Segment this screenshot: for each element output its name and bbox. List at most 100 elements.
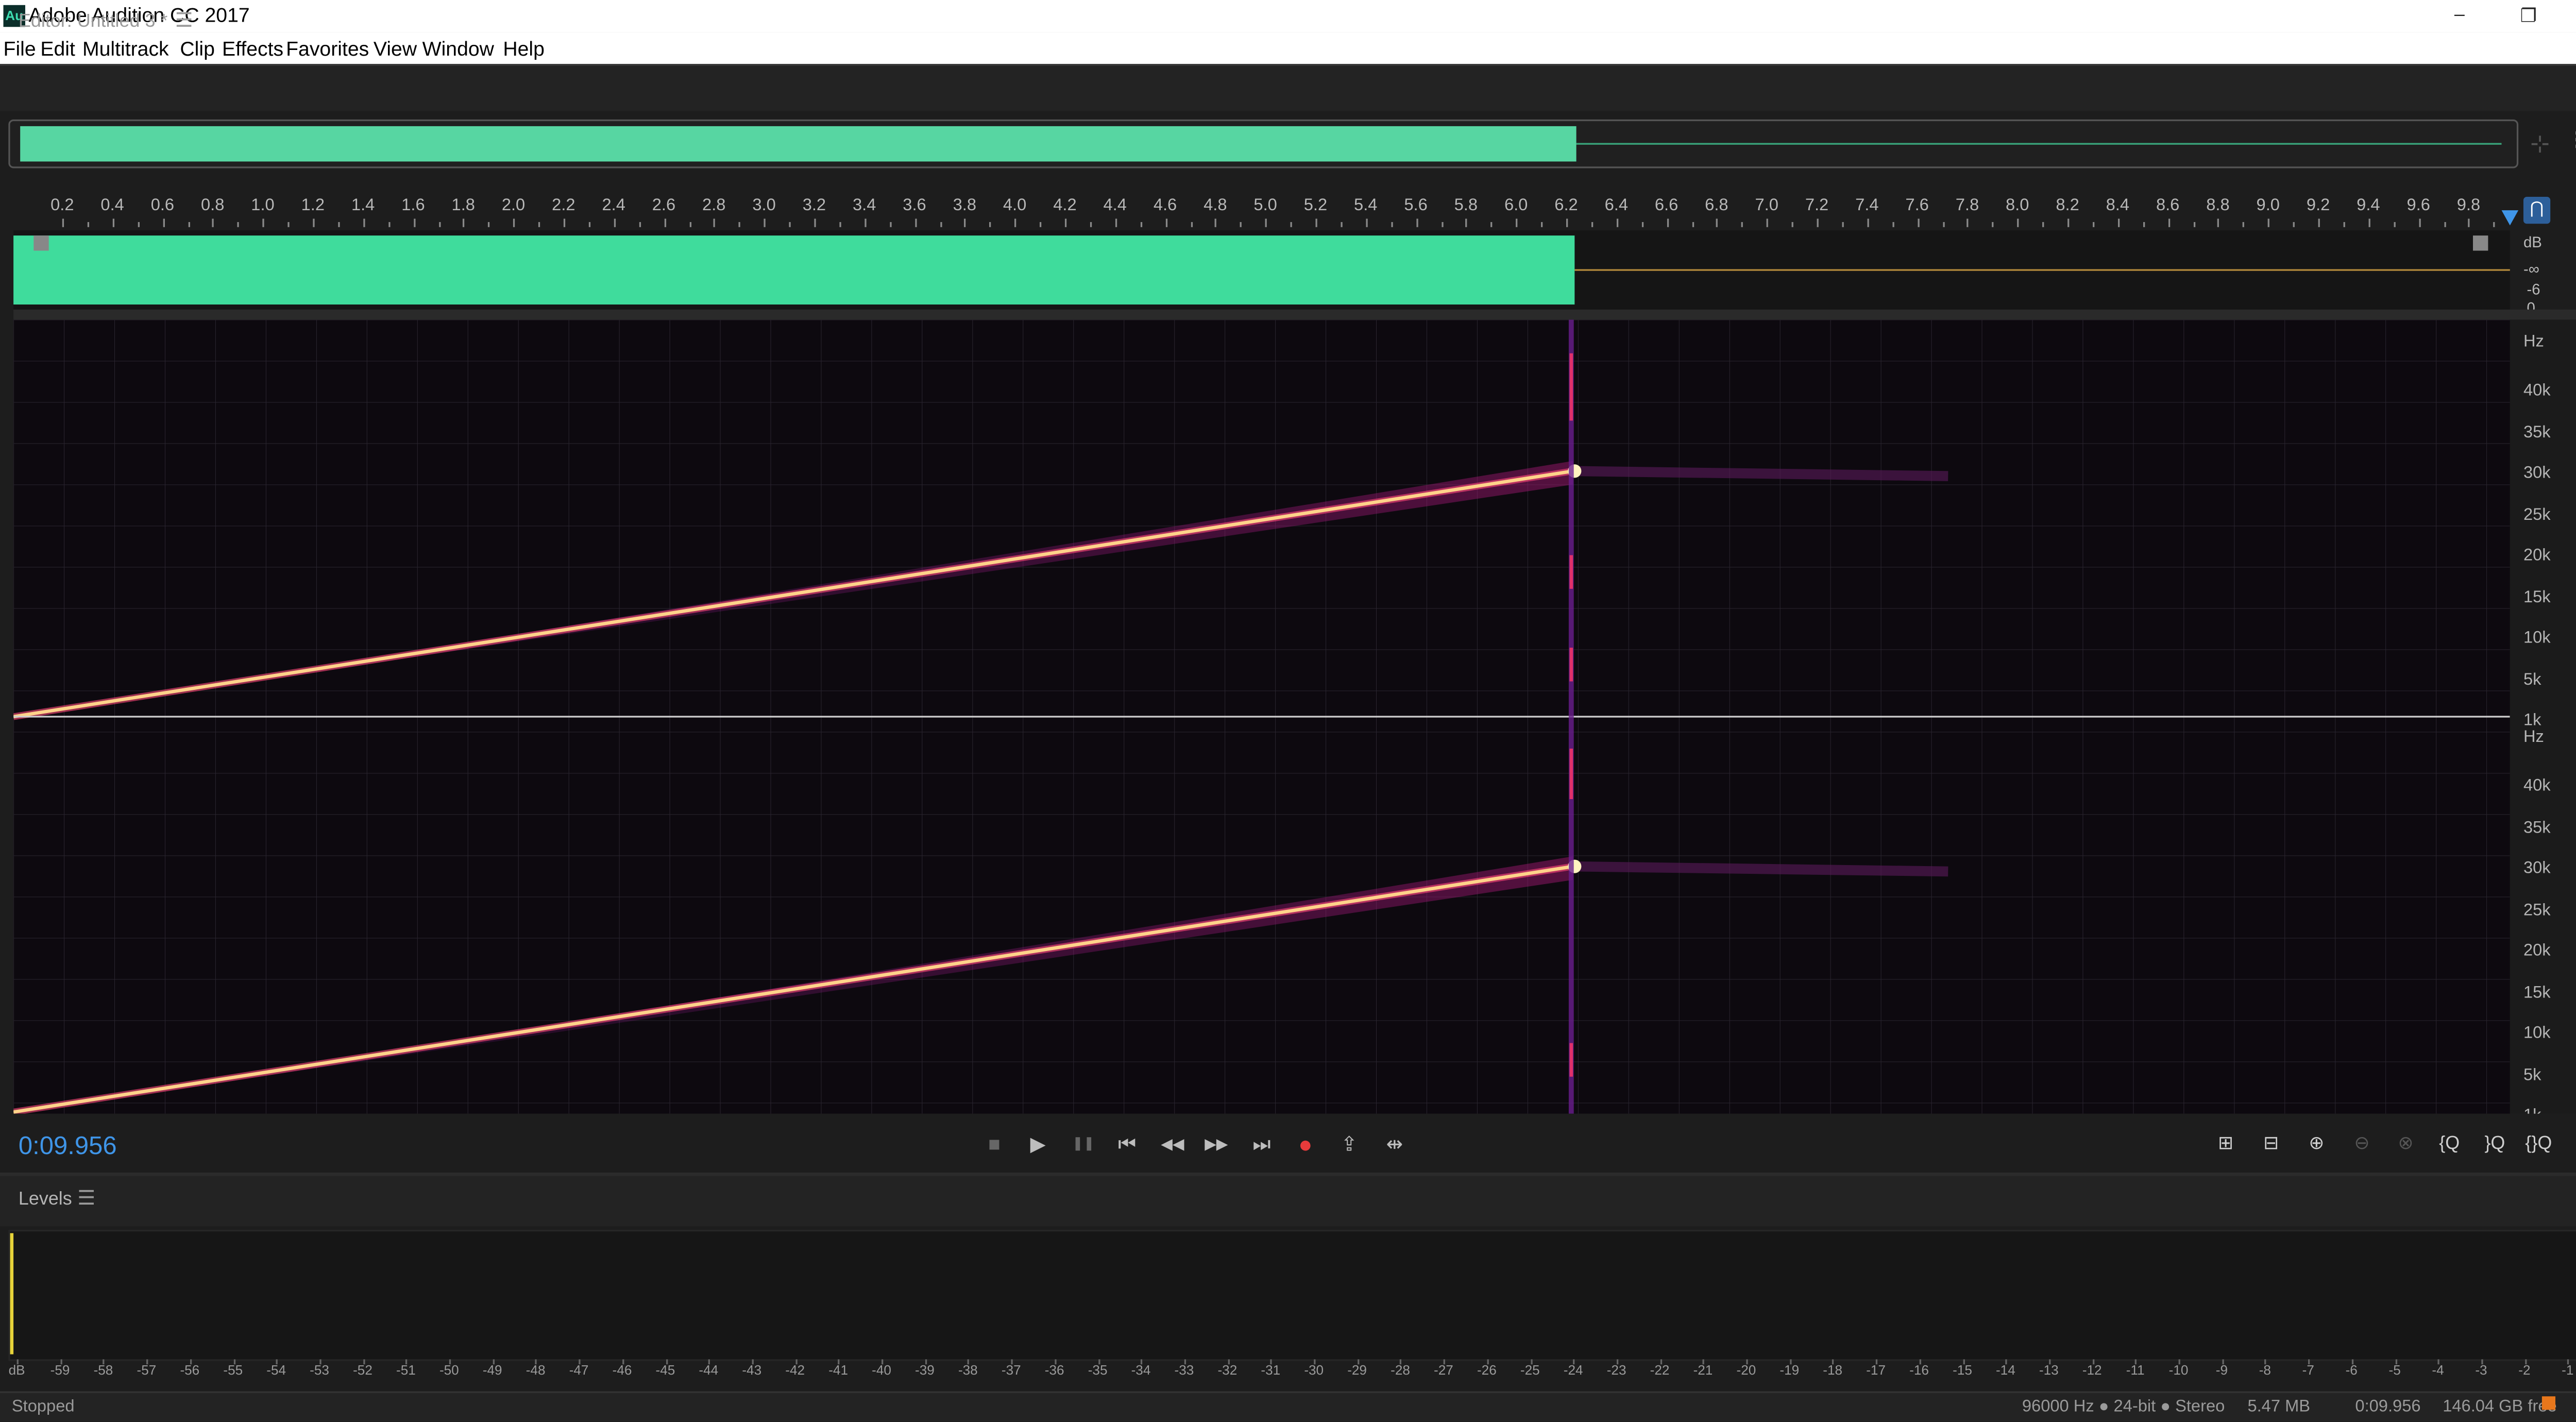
- menu-help[interactable]: Help: [503, 37, 545, 61]
- ruler-tick-label: 7.4: [1855, 197, 1879, 215]
- play-button[interactable]: ▶: [1025, 1130, 1052, 1157]
- ruler-minor-tick: [137, 222, 139, 227]
- ruler-tick: [864, 218, 866, 227]
- file-size: 5.47 MB: [2247, 1398, 2311, 1417]
- zoom-out-point-button[interactable]: }Q: [2478, 1129, 2512, 1159]
- record-button[interactable]: ●: [1292, 1130, 1319, 1157]
- snap-magnet-icon[interactable]: ⋂: [2523, 197, 2551, 224]
- minimize-button[interactable]: –: [2443, 5, 2476, 25]
- menu-favorites[interactable]: Favorites: [286, 37, 369, 61]
- zoom-reset-button[interactable]: ⊡: [2567, 1129, 2576, 1159]
- ruler-minor-tick: [1641, 222, 1643, 227]
- frequency-tick-label: 40k: [2523, 777, 2551, 796]
- frequency-unit: Hz: [2523, 728, 2544, 747]
- panel-menu-icon[interactable]: ☰: [175, 8, 193, 32]
- spectral-frequency-display[interactable]: [13, 319, 2510, 1114]
- level-scale-label: -9: [2215, 1362, 2228, 1378]
- level-meter-peak: [10, 1233, 14, 1355]
- ruler-tick-label: 8.0: [2006, 197, 2029, 215]
- ruler-tick: [2217, 218, 2220, 227]
- menu-edit[interactable]: Edit: [40, 37, 75, 61]
- playhead-marker-icon[interactable]: [2500, 209, 2520, 229]
- ruler-minor-tick: [1440, 222, 1443, 227]
- zoom-in-point-button[interactable]: {Q: [2433, 1129, 2466, 1159]
- ruler-tick-label: 1.4: [351, 197, 375, 215]
- rewind-button[interactable]: ◀◀: [1159, 1130, 1186, 1157]
- zoom-in-amplitude-button[interactable]: ⊞: [2209, 1129, 2242, 1159]
- level-scale-label: -1: [2562, 1362, 2574, 1378]
- levels-menu-icon[interactable]: ☰: [77, 1186, 95, 1210]
- ruler-minor-tick: [2042, 222, 2044, 227]
- overview-navigator[interactable]: [8, 119, 2519, 168]
- level-scale-label: -26: [1477, 1362, 1497, 1378]
- level-scale-label: -34: [1131, 1362, 1151, 1378]
- ruler-minor-tick: [2443, 222, 2446, 227]
- stop-button[interactable]: ■: [981, 1130, 1008, 1157]
- zoom-in-time-button[interactable]: ⊕: [2300, 1129, 2333, 1159]
- ruler-minor-tick: [538, 222, 540, 227]
- skip-selection-button[interactable]: ⇹: [1381, 1130, 1408, 1157]
- ruler-tick: [764, 218, 766, 227]
- levels-panel-title[interactable]: Levels: [19, 1190, 72, 1210]
- menu-clip[interactable]: Clip: [180, 37, 214, 61]
- pause-button[interactable]: ❚❚: [1070, 1130, 1097, 1157]
- waveform-display[interactable]: [13, 230, 2510, 310]
- warning-icon[interactable]: [2541, 1396, 2555, 1410]
- ruler-tick: [714, 218, 716, 227]
- ruler-tick: [2167, 218, 2170, 227]
- ruler-tick: [814, 218, 816, 227]
- time-ruler[interactable]: 0.2 0.4 0.6 0.8 1.0 1.2 1.4 1.6 1.8 2.0 2.2 2.4 2.6 2…: [13, 190, 2510, 231]
- zoom-out-full-button[interactable]: ⊗: [2389, 1129, 2422, 1159]
- level-scale-label: -41: [828, 1362, 848, 1378]
- ruler-tick: [964, 218, 967, 227]
- zoom-out-time-button[interactable]: ⊖: [2345, 1129, 2379, 1159]
- menu-window[interactable]: Window: [422, 37, 494, 61]
- level-scale-label: -45: [655, 1362, 675, 1378]
- menu-file[interactable]: File: [4, 37, 36, 61]
- ruler-minor-tick: [1541, 222, 1543, 227]
- skip-to-start-button[interactable]: ⏮: [1114, 1130, 1141, 1157]
- level-scale-label: -33: [1174, 1362, 1194, 1378]
- level-scale-label: -48: [526, 1362, 546, 1378]
- zoom-to-selection-button[interactable]: {}Q: [2522, 1129, 2555, 1159]
- loop-playback-button[interactable]: ⇪: [1336, 1130, 1363, 1157]
- level-scale-label: -6: [2345, 1362, 2358, 1378]
- zoom-out-amplitude-button[interactable]: ⊟: [2255, 1129, 2288, 1159]
- level-scale-label: -3: [2475, 1362, 2487, 1378]
- fade-out-handle[interactable]: [2472, 235, 2488, 251]
- level-scale-label: -32: [1217, 1362, 1238, 1378]
- restore-button[interactable]: ❐: [2512, 5, 2545, 27]
- ruler-tick: [1064, 218, 1067, 227]
- spectrogram-graphic: [13, 319, 2510, 1114]
- ruler-minor-tick: [438, 222, 440, 227]
- level-scale-label: -29: [1347, 1362, 1367, 1378]
- ruler-minor-tick: [1591, 222, 1593, 227]
- ruler-tick-label: 7.2: [1805, 197, 1829, 215]
- levels-panel-header: [0, 1172, 2576, 1227]
- ruler-tick-label: 9.6: [2406, 197, 2430, 215]
- menu-view[interactable]: View: [374, 37, 417, 61]
- view-splitter[interactable]: [13, 309, 2576, 320]
- ruler-tick-label: 4.4: [1103, 197, 1127, 215]
- ruler-minor-tick: [238, 222, 240, 227]
- db-label: -∞: [2523, 261, 2539, 278]
- current-time-display[interactable]: 0:09.956: [19, 1132, 117, 1161]
- fast-forward-button[interactable]: ▶▶: [1203, 1130, 1230, 1157]
- ruler-tick: [1767, 218, 1769, 227]
- menu-multitrack[interactable]: Multitrack: [82, 37, 169, 61]
- editor-tab-title[interactable]: Editor: Untitled 3 *: [19, 12, 167, 32]
- menu-effects[interactable]: Effects: [222, 37, 283, 61]
- ruler-minor-tick: [1391, 222, 1393, 227]
- ruler-minor-tick: [1691, 222, 1693, 227]
- ruler-minor-tick: [2494, 222, 2496, 227]
- level-scale-label: -44: [699, 1362, 719, 1378]
- zoom-navigator-icon[interactable]: ⊹: [2530, 129, 2550, 158]
- ruler-minor-tick: [1842, 222, 1844, 227]
- ruler-tick: [1566, 218, 1568, 227]
- skip-to-end-button[interactable]: ⏭: [1248, 1130, 1275, 1157]
- ruler-tick-label: 5.6: [1404, 197, 1428, 215]
- fade-in-handle[interactable]: [33, 235, 49, 251]
- level-scale-label: -35: [1088, 1362, 1108, 1378]
- ruler-tick: [1416, 218, 1418, 227]
- level-scale-label: -11: [2126, 1362, 2145, 1378]
